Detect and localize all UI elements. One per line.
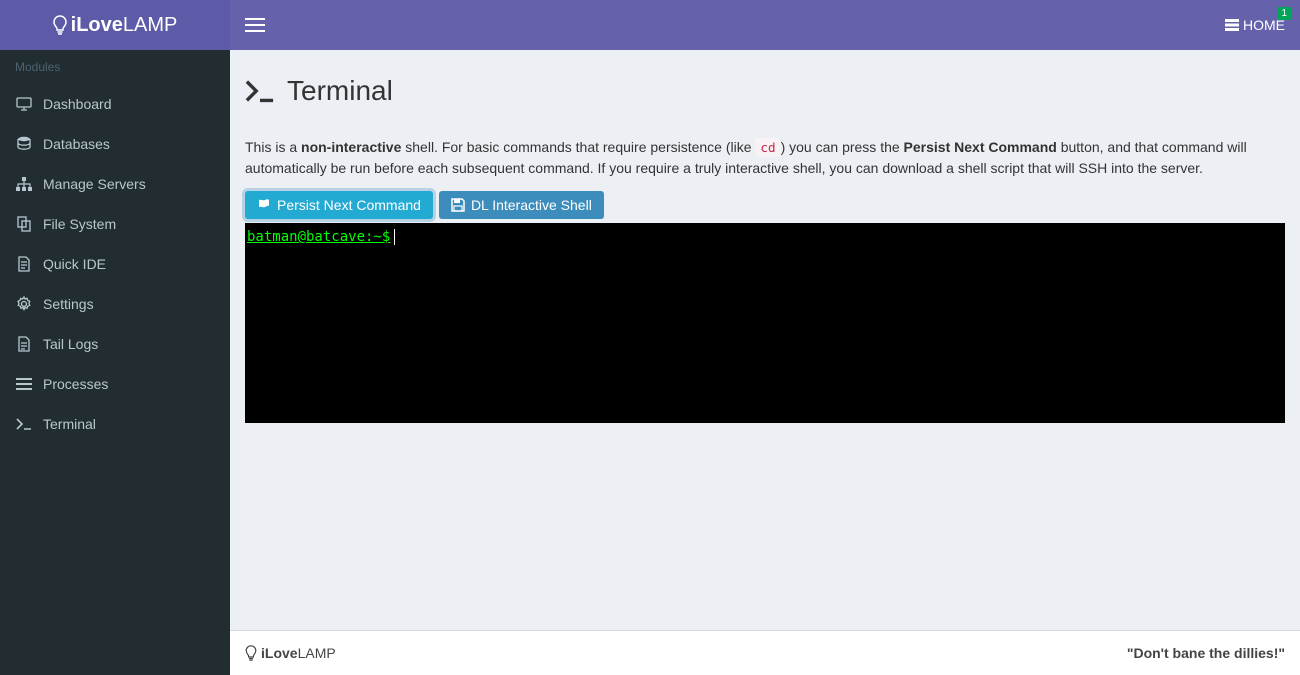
button-label: Persist Next Command xyxy=(277,197,421,213)
sidebar-item-label: File System xyxy=(43,216,116,232)
top-navbar: HOME 1 xyxy=(230,0,1300,50)
sidebar-item-databases[interactable]: Databases xyxy=(0,124,230,164)
sidebar-item-label: Databases xyxy=(43,136,110,152)
lightbulb-icon xyxy=(53,15,67,35)
footer-quote: "Don't bane the dillies!" xyxy=(1127,645,1285,661)
home-link[interactable]: HOME 1 xyxy=(1225,17,1285,33)
sidebar-item-label: Quick IDE xyxy=(43,256,106,272)
sidebar-toggle[interactable] xyxy=(245,18,265,32)
page-header: Terminal xyxy=(245,65,1285,127)
description: This is a non-interactive shell. For bas… xyxy=(245,137,1285,179)
flag-icon xyxy=(257,198,271,212)
terminal-prompt: batman@batcave:~$ xyxy=(247,229,390,245)
sitemap-icon xyxy=(16,177,32,191)
page-body: This is a non-interactive shell. For bas… xyxy=(245,127,1285,433)
brand-light: iLove xyxy=(71,14,123,36)
sidebar-item-label: Settings xyxy=(43,296,94,312)
sidebar-item-manage-servers[interactable]: Manage Servers xyxy=(0,164,230,204)
sidebar: Modules Dashboard Databases Manage Serve… xyxy=(0,50,230,675)
code-cd: cd xyxy=(755,138,780,157)
file-text-icon xyxy=(18,256,30,272)
sidebar-item-file-system[interactable]: File System xyxy=(0,204,230,244)
brand-bold: LAMP xyxy=(123,14,177,36)
button-label: DL Interactive Shell xyxy=(471,197,592,213)
page-title: Terminal xyxy=(287,75,393,107)
app-logo[interactable]: iLoveLAMP xyxy=(0,0,230,50)
sidebar-item-processes[interactable]: Processes xyxy=(0,364,230,404)
terminal-icon xyxy=(16,418,32,430)
terminal-console[interactable]: batman@batcave:~$ xyxy=(245,223,1285,423)
button-row: Persist Next Command DL Interactive Shel… xyxy=(245,191,1285,219)
sidebar-item-settings[interactable]: Settings xyxy=(0,284,230,324)
sidebar-item-label: Tail Logs xyxy=(43,336,98,352)
gear-icon xyxy=(16,296,32,312)
content-wrapper: Terminal This is a non-interactive shell… xyxy=(230,50,1300,630)
sidebar-menu: Dashboard Databases Manage Servers File … xyxy=(0,84,230,444)
server-icon xyxy=(1225,18,1239,32)
sidebar-item-label: Terminal xyxy=(43,416,96,432)
persist-next-command-button[interactable]: Persist Next Command xyxy=(245,191,433,219)
list-icon xyxy=(16,378,32,390)
database-icon xyxy=(17,136,31,152)
main-header: iLoveLAMP HOME 1 xyxy=(0,0,1300,50)
sidebar-item-label: Processes xyxy=(43,376,108,392)
save-icon xyxy=(451,198,465,212)
sidebar-item-dashboard[interactable]: Dashboard xyxy=(0,84,230,124)
terminal-input[interactable] xyxy=(395,229,1283,245)
sidebar-item-terminal[interactable]: Terminal xyxy=(0,404,230,444)
home-badge: 1 xyxy=(1277,7,1291,20)
copy-icon xyxy=(17,216,31,232)
terminal-icon xyxy=(245,79,275,103)
main-footer: iLoveLAMP "Don't bane the dillies!" xyxy=(230,630,1300,675)
lightbulb-icon xyxy=(245,645,257,661)
sidebar-section-header: Modules xyxy=(0,50,230,84)
sidebar-item-label: Dashboard xyxy=(43,96,112,112)
sidebar-item-quick-ide[interactable]: Quick IDE xyxy=(0,244,230,284)
monitor-icon xyxy=(16,97,32,111)
download-interactive-shell-button[interactable]: DL Interactive Shell xyxy=(439,191,604,219)
file-icon xyxy=(18,336,30,352)
sidebar-item-tail-logs[interactable]: Tail Logs xyxy=(0,324,230,364)
footer-brand: iLoveLAMP xyxy=(245,645,336,661)
sidebar-item-label: Manage Servers xyxy=(43,176,146,192)
